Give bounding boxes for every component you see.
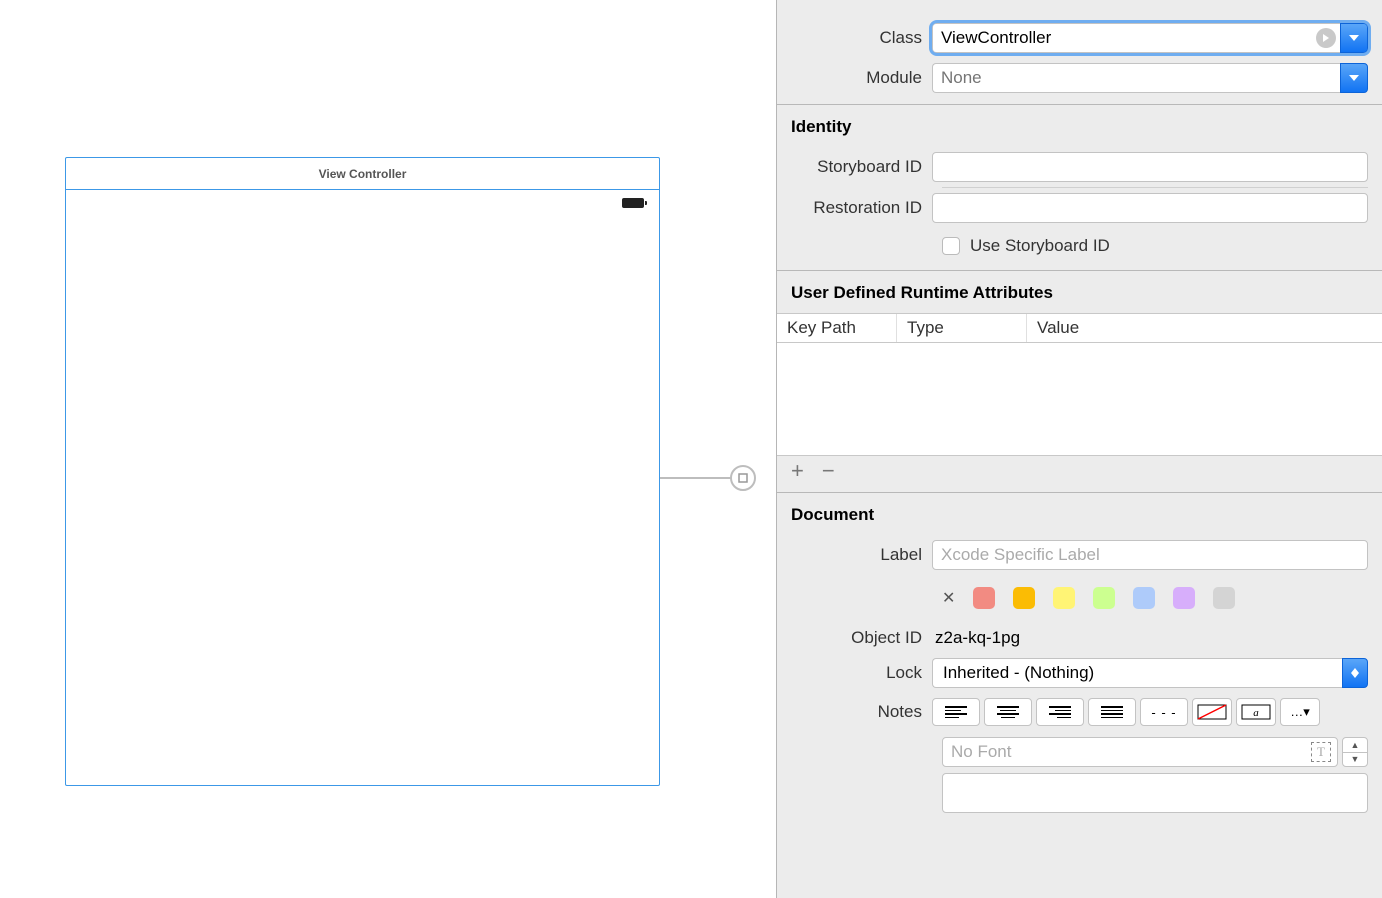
view-controller-scene[interactable]: View Controller <box>65 157 660 786</box>
restoration-id-label: Restoration ID <box>777 198 932 218</box>
notes-toolbar: - - - a …▾ <box>932 698 1368 726</box>
module-dropdown-button[interactable] <box>1340 63 1368 93</box>
module-label: Module <box>777 68 932 88</box>
color-swatch-4[interactable] <box>1133 587 1155 609</box>
add-attribute-button[interactable]: + <box>791 462 804 480</box>
clear-color-icon[interactable]: ✕ <box>942 588 955 608</box>
scene-title: View Controller <box>66 158 659 190</box>
identity-section: Identity Storyboard ID Restoration ID Us… <box>777 104 1382 256</box>
use-storyboard-id-label: Use Storyboard ID <box>970 236 1110 256</box>
class-input[interactable] <box>932 23 1340 53</box>
battery-icon <box>622 198 644 208</box>
font-picker-icon[interactable]: T <box>1311 742 1331 762</box>
stepper-up-icon[interactable]: ▲ <box>1343 738 1367 753</box>
color-swatch-2[interactable] <box>1053 587 1075 609</box>
runtime-footer: + − <box>777 455 1382 486</box>
document-section: Document Label ✕ Object ID z2a-kq-1pg Lo… <box>777 492 1382 813</box>
color-swatch-0[interactable] <box>973 587 995 609</box>
col-keypath[interactable]: Key Path <box>777 314 897 342</box>
lock-value: Inherited - (Nothing) <box>932 658 1342 688</box>
color-swatch-1[interactable] <box>1013 587 1035 609</box>
runtime-attrs-section: User Defined Runtime Attributes Key Path… <box>777 270 1382 486</box>
class-label: Class <box>777 28 932 48</box>
document-heading: Document <box>777 501 1382 535</box>
jump-to-definition-icon[interactable] <box>1316 28 1336 48</box>
module-input[interactable] <box>932 63 1340 93</box>
zoom-knob-icon[interactable] <box>730 465 756 491</box>
font-placeholder: No Font <box>951 742 1011 762</box>
color-off-button[interactable] <box>1192 698 1232 726</box>
identity-heading: Identity <box>777 113 1382 147</box>
runtime-heading: User Defined Runtime Attributes <box>777 279 1382 313</box>
connection-line <box>660 477 733 479</box>
dash-style-button[interactable]: - - - <box>1140 698 1188 726</box>
module-combo[interactable] <box>932 63 1368 93</box>
col-value[interactable]: Value <box>1027 314 1382 342</box>
align-right-button[interactable] <box>1036 698 1084 726</box>
align-justify-button[interactable] <box>1088 698 1136 726</box>
lock-dropdown-arrows[interactable] <box>1342 658 1368 688</box>
svg-text:a: a <box>1253 707 1259 719</box>
align-center-button[interactable] <box>984 698 1032 726</box>
doc-label-label: Label <box>777 545 932 565</box>
doc-label-input[interactable] <box>932 540 1368 570</box>
use-storyboard-id-checkbox[interactable] <box>942 237 960 255</box>
lock-dropdown[interactable]: Inherited - (Nothing) <box>932 658 1368 688</box>
stepper-down-icon[interactable]: ▼ <box>1343 753 1367 767</box>
text-style-button[interactable]: a <box>1236 698 1276 726</box>
object-id-value: z2a-kq-1pg <box>932 628 1020 647</box>
storyboard-id-input[interactable] <box>932 152 1368 182</box>
font-size-stepper[interactable]: ▲ ▼ <box>1342 737 1368 767</box>
lock-label: Lock <box>777 663 932 683</box>
col-type[interactable]: Type <box>897 314 1027 342</box>
color-swatch-6[interactable] <box>1213 587 1235 609</box>
font-input[interactable]: No Font T <box>942 737 1338 767</box>
color-swatch-3[interactable] <box>1093 587 1115 609</box>
status-bar <box>622 198 644 208</box>
remove-attribute-button[interactable]: − <box>822 462 835 480</box>
more-styles-button[interactable]: …▾ <box>1280 698 1320 726</box>
storyboard-id-label: Storyboard ID <box>777 157 932 177</box>
notes-label: Notes <box>777 702 932 722</box>
notes-textarea[interactable] <box>942 773 1368 813</box>
class-combo[interactable] <box>932 23 1368 53</box>
align-left-button[interactable] <box>932 698 980 726</box>
color-swatch-5[interactable] <box>1173 587 1195 609</box>
runtime-table-body[interactable] <box>777 343 1382 455</box>
color-label-row: ✕ <box>777 587 1382 609</box>
runtime-table-header: Key Path Type Value <box>777 313 1382 343</box>
restoration-id-input[interactable] <box>932 193 1368 223</box>
identity-inspector: Class Module Identity <box>776 0 1382 898</box>
object-id-label: Object ID <box>777 628 932 648</box>
storyboard-canvas[interactable]: View Controller <box>0 0 776 898</box>
class-dropdown-button[interactable] <box>1340 23 1368 53</box>
